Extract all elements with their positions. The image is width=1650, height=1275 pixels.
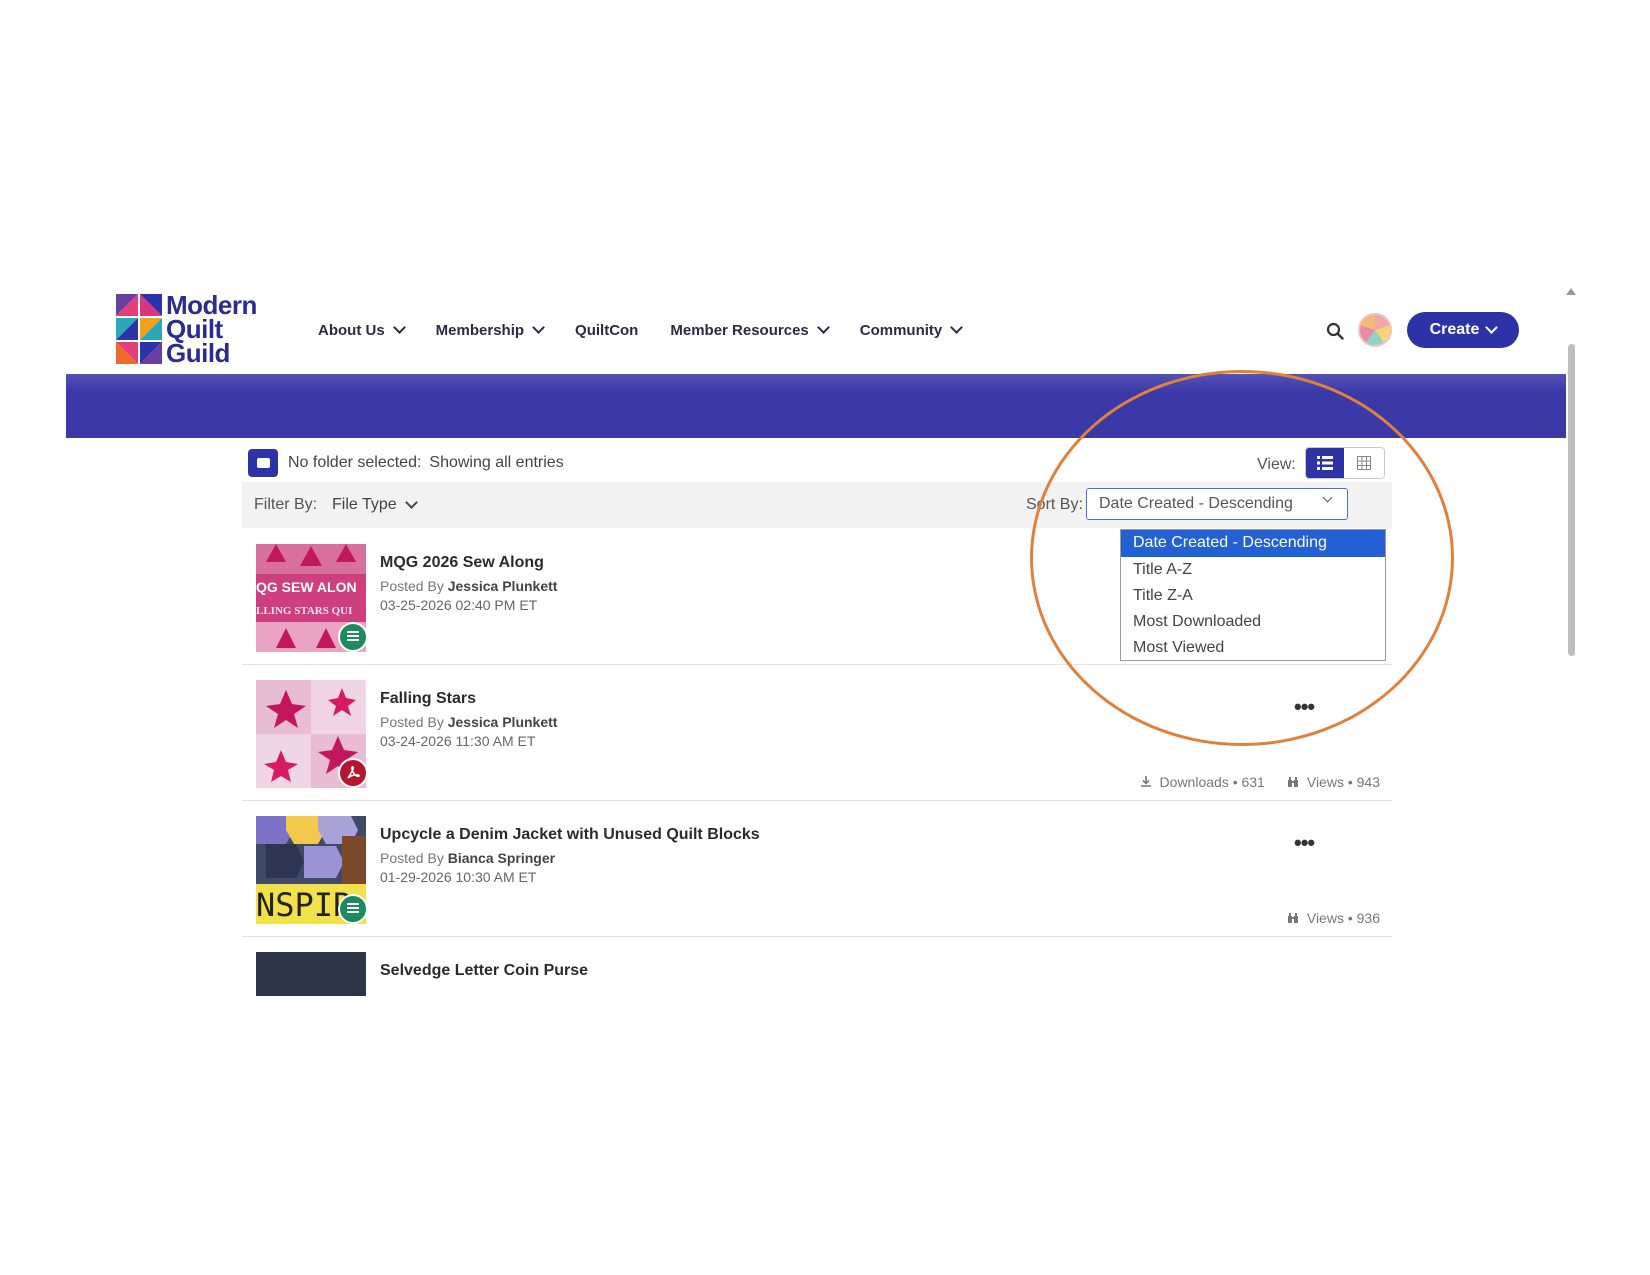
- mqg-logo[interactable]: Modern Quilt Guild: [116, 292, 276, 368]
- sort-select[interactable]: Date Created - Descending: [1086, 488, 1348, 520]
- doc-icon: [338, 622, 368, 652]
- list-item[interactable]: Selvedge Letter Coin Purse: [242, 936, 1392, 996]
- chevron-down-icon: [404, 496, 418, 509]
- file-type-filter[interactable]: File Type: [332, 496, 418, 514]
- sort-dropdown-menu: Date Created - Descending Title A-Z Titl…: [1120, 529, 1386, 661]
- entry-thumbnail[interactable]: [256, 952, 366, 996]
- nav-quiltcon[interactable]: QuiltCon: [575, 322, 638, 339]
- entry-date: 03-25-2026 02:40 PM ET: [380, 597, 538, 613]
- scroll-up-arrow-icon[interactable]: [1566, 288, 1576, 295]
- entry-date: 01-29-2026 10:30 AM ET: [380, 869, 537, 885]
- posted-by-prefix: Posted By: [380, 850, 444, 866]
- banner-gradient: [66, 374, 1566, 392]
- entry-stats: Views • 936: [1265, 910, 1380, 926]
- nav-community[interactable]: Community: [859, 321, 964, 339]
- page-banner: [66, 374, 1566, 438]
- folder-label: No folder selected:: [288, 454, 422, 471]
- entry-stats: Downloads • 631 Views • 943: [1118, 774, 1380, 790]
- pdf-icon: [338, 758, 368, 788]
- views-count: Views • 936: [1306, 910, 1380, 926]
- main-nav: About Us Membership QuiltCon Member Reso…: [318, 320, 993, 340]
- sort-option-title-za[interactable]: Title Z-A: [1121, 583, 1385, 609]
- chevron-down-icon: [950, 321, 964, 334]
- list-item[interactable]: NSPIR Upcycle a Denim Jacket with Unused…: [242, 800, 1392, 937]
- entry-title[interactable]: Falling Stars: [380, 690, 476, 708]
- folder-status-text: Showing all entries: [429, 454, 564, 471]
- sort-selected-value: Date Created - Descending: [1099, 495, 1293, 512]
- view-toggle: [1305, 447, 1385, 479]
- nav-membership-label: Membership: [435, 321, 525, 339]
- acrobat-icon: [347, 766, 360, 779]
- quilt-logo-icon: [116, 294, 162, 364]
- grid-icon: [1357, 456, 1371, 470]
- downloads-count: Downloads • 631: [1159, 774, 1265, 790]
- scrollbar-thumb[interactable]: [1568, 344, 1575, 656]
- filter-by-label: Filter By:: [254, 496, 318, 513]
- sort-option-most-viewed[interactable]: Most Viewed: [1121, 635, 1385, 661]
- entry-author[interactable]: Bianca Springer: [448, 850, 555, 866]
- posted-by-prefix: Posted By: [380, 714, 444, 730]
- download-icon: [1140, 776, 1151, 787]
- nav-member-resources-label: Member Resources: [670, 321, 809, 339]
- nav-membership[interactable]: Membership: [435, 321, 545, 339]
- sort-option-most-downloaded[interactable]: Most Downloaded: [1121, 609, 1385, 635]
- views-stat: Views • 936: [1287, 910, 1380, 926]
- entry-author[interactable]: Jessica Plunkett: [448, 714, 558, 730]
- doc-icon: [338, 894, 368, 924]
- more-options-button[interactable]: •••: [1294, 694, 1315, 720]
- entry-author-line: Posted By Bianca Springer: [380, 850, 555, 866]
- views-count: Views • 943: [1306, 774, 1380, 790]
- nav-member-resources[interactable]: Member Resources: [670, 321, 830, 339]
- folder-icon[interactable]: [248, 449, 278, 477]
- binoculars-icon: [1287, 777, 1298, 787]
- views-stat: Views • 943: [1287, 774, 1380, 790]
- grid-view-button[interactable]: [1344, 448, 1384, 478]
- search-icon[interactable]: [1326, 322, 1344, 340]
- thumbnail-text-line-1: QG SEW ALON: [256, 579, 357, 595]
- entry-author-line: Posted By Jessica Plunkett: [380, 714, 557, 730]
- list-view-button[interactable]: [1306, 448, 1344, 478]
- nav-quiltcon-label: QuiltCon: [575, 321, 639, 339]
- logo-wordmark: Modern Quilt Guild: [166, 292, 257, 368]
- logo-line-3: Guild: [166, 338, 230, 368]
- nav-about-us-label: About Us: [318, 321, 385, 339]
- sort-by-label: Sort By:: [1026, 496, 1083, 513]
- sort-option-date-desc[interactable]: Date Created - Descending: [1121, 530, 1385, 557]
- entry-author-line: Posted By Jessica Plunkett: [380, 578, 557, 594]
- chevron-down-icon: [816, 321, 830, 334]
- entry-author[interactable]: Jessica Plunkett: [448, 578, 558, 594]
- nav-community-label: Community: [859, 321, 943, 339]
- list-icon: [1317, 456, 1333, 470]
- view-label: View:: [1257, 456, 1296, 473]
- entry-title[interactable]: Upcycle a Denim Jacket with Unused Quilt…: [380, 826, 760, 844]
- create-button-label: Create: [1429, 321, 1480, 338]
- chevron-down-icon: [1485, 321, 1499, 334]
- filter-bar: Filter By: File Type Sort By: Date Creat…: [242, 482, 1392, 528]
- create-button[interactable]: Create: [1407, 312, 1519, 348]
- file-type-label: File Type: [332, 496, 397, 513]
- folder-status: No folder selected: Showing all entries: [248, 449, 564, 477]
- chevron-down-icon: [532, 321, 545, 334]
- app-screenshot: Modern Quilt Guild About Us Membership Q…: [66, 284, 1580, 996]
- downloads-stat: Downloads • 631: [1140, 774, 1265, 790]
- binoculars-icon: [1287, 913, 1298, 923]
- posted-by-prefix: Posted By: [380, 578, 444, 594]
- nav-about-us[interactable]: About Us: [318, 321, 406, 339]
- chevron-down-icon: [392, 321, 406, 334]
- user-avatar[interactable]: [1358, 313, 1392, 347]
- sort-option-title-az[interactable]: Title A-Z: [1121, 557, 1385, 583]
- thumbnail-text-line-2: LLING STARS QUI: [256, 605, 352, 617]
- entry-title[interactable]: MQG 2026 Sew Along: [380, 554, 544, 572]
- entry-date: 03-24-2026 11:30 AM ET: [380, 733, 536, 749]
- entry-title[interactable]: Selvedge Letter Coin Purse: [380, 962, 588, 980]
- list-item[interactable]: Falling Stars Posted By Jessica Plunkett…: [242, 664, 1392, 801]
- chevron-down-icon: [1322, 492, 1333, 503]
- more-options-button[interactable]: •••: [1294, 830, 1315, 856]
